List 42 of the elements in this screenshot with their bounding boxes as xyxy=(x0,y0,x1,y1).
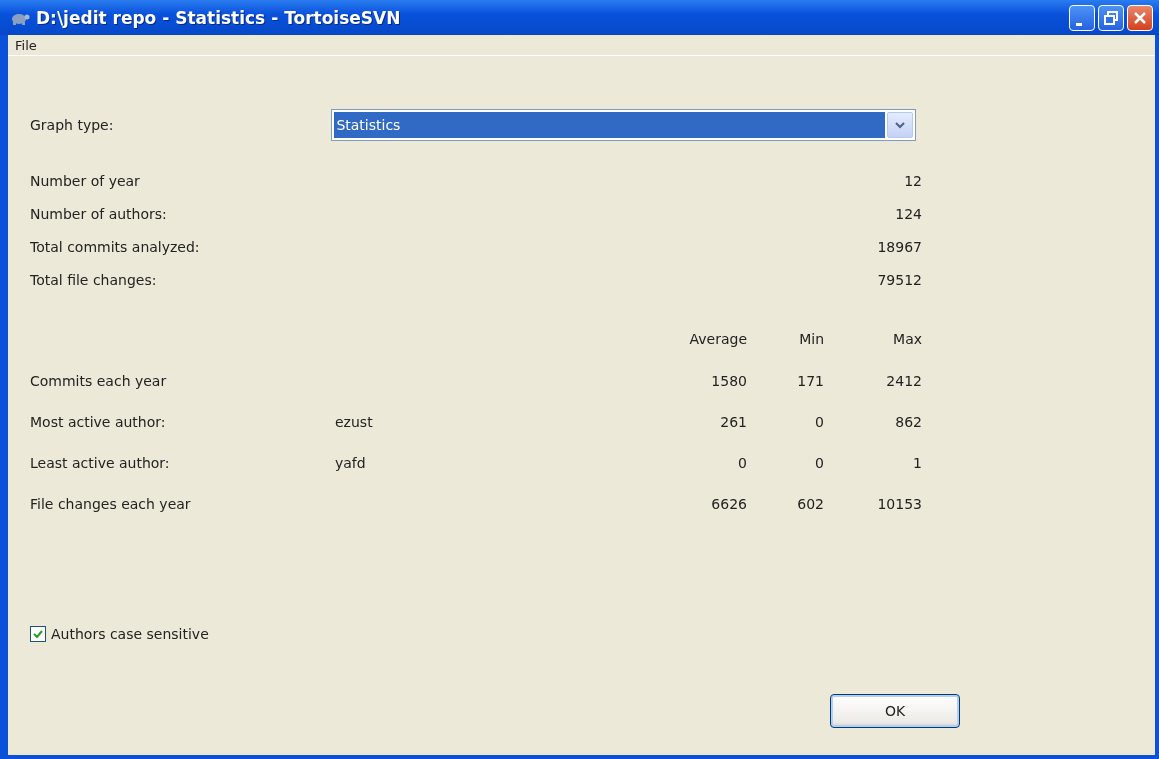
column-header: Min xyxy=(798,331,824,347)
max-value: 862 xyxy=(894,413,922,430)
graph-type-label: Graph type: xyxy=(30,117,114,133)
ok-button[interactable]: OK xyxy=(830,694,960,728)
column-header: Max xyxy=(892,331,922,347)
stat-label: Commits each year xyxy=(30,372,168,389)
author-name: ezust xyxy=(335,413,374,430)
max-value: 2412 xyxy=(885,372,922,389)
average-value: 6626 xyxy=(710,495,747,512)
close-button[interactable] xyxy=(1127,4,1153,31)
minimize-button[interactable] xyxy=(1069,4,1095,31)
stat-label: Total commits analyzed: xyxy=(30,238,201,255)
min-value: 171 xyxy=(796,372,824,389)
stat-value: 79512 xyxy=(876,271,922,288)
stat-label: File changes each year xyxy=(30,495,192,512)
minimize-icon xyxy=(1076,23,1082,26)
average-value: 261 xyxy=(719,413,747,430)
stat-label: Number of year xyxy=(30,172,141,189)
stat-label: Total file changes: xyxy=(30,271,158,288)
stat-label: Number of authors: xyxy=(30,205,168,222)
min-value: 0 xyxy=(814,454,824,471)
window-title: D:\jedit repo - Statistics - TortoiseSVN xyxy=(36,7,402,28)
min-value: 0 xyxy=(814,413,824,430)
max-value: 10153 xyxy=(876,495,922,512)
stat-label: Least active author: xyxy=(30,454,171,471)
close-icon xyxy=(1133,10,1147,25)
menu-item[interactable]: File xyxy=(10,37,42,53)
stat-value: 12 xyxy=(903,172,922,189)
author-name: yafd xyxy=(335,454,367,471)
checkbox[interactable] xyxy=(30,626,46,642)
average-value: 0 xyxy=(737,454,747,471)
restore-button[interactable] xyxy=(1098,4,1124,31)
stat-value: 18967 xyxy=(876,238,922,255)
min-value: 602 xyxy=(796,495,824,512)
checkbox-label: Authors case sensitive xyxy=(51,626,209,642)
average-value: 1580 xyxy=(710,372,747,389)
graph-type-dropdown[interactable]: Statistics xyxy=(331,109,917,141)
stat-value: 124 xyxy=(894,205,922,222)
stat-label: Most active author: xyxy=(30,413,167,430)
restore-icon xyxy=(1104,10,1118,25)
max-value: 1 xyxy=(912,454,922,471)
column-header: Average xyxy=(688,331,747,347)
